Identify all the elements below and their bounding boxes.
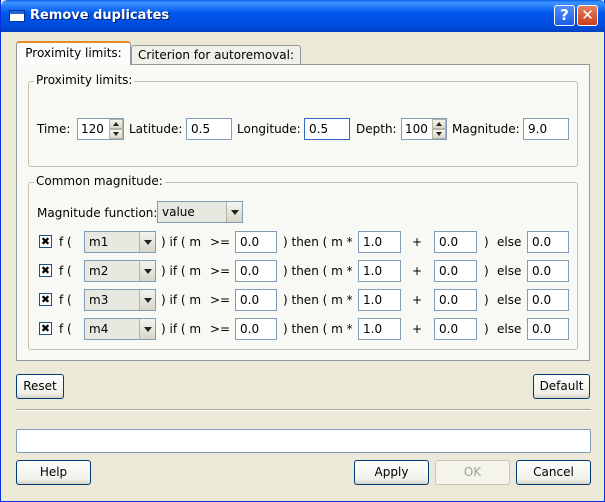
else-value-field[interactable]: 0.0 [527, 318, 569, 340]
else-label: else [497, 264, 522, 278]
depth-spinner[interactable]: 100 [401, 118, 447, 140]
tab-criterion-autoremoval[interactable]: Criterion for autoremoval: [131, 45, 301, 65]
if-label: ) if ( m [161, 293, 202, 307]
close-paren-label: ) [484, 322, 489, 336]
f-open-label: f ( [59, 235, 72, 249]
window-icon [9, 10, 25, 22]
plus-label: + [412, 264, 423, 278]
then-label: ) then ( m * [283, 235, 353, 249]
magnitude-function-value: value [162, 205, 195, 219]
help-title-button[interactable]: ? [554, 5, 575, 26]
apply-button[interactable]: Apply [354, 460, 429, 485]
time-spinner[interactable]: 120 [77, 118, 124, 140]
chevron-down-icon[interactable] [139, 261, 155, 281]
reset-button[interactable]: Reset [16, 374, 64, 399]
operator-label: >= [210, 322, 231, 336]
f-open-label: f ( [59, 293, 72, 307]
chevron-down-icon[interactable] [139, 232, 155, 252]
operator-label: >= [210, 235, 231, 249]
help-button[interactable]: Help [16, 460, 91, 485]
plus-label: + [412, 293, 423, 307]
dialog-window: Remove duplicates ? ✕ Proximity limits: … [0, 0, 605, 502]
threshold-field[interactable]: 0.0 [235, 231, 277, 253]
depth-up-arrow-icon[interactable] [432, 119, 446, 129]
row-checkbox[interactable]: ✖ [39, 322, 52, 335]
default-button[interactable]: Default [533, 374, 590, 399]
then-label: ) then ( m * [283, 264, 353, 278]
title-bar: Remove duplicates ? ✕ [1, 0, 605, 32]
f-open-label: f ( [59, 322, 72, 336]
if-label: ) if ( m [161, 264, 202, 278]
chevron-down-icon[interactable] [139, 319, 155, 339]
multiplier-field[interactable]: 1.0 [358, 289, 401, 311]
window-title: Remove duplicates [30, 8, 170, 23]
close-paren-label: ) [484, 235, 489, 249]
magnitude-type-value: m1 [89, 235, 109, 249]
depth-down-arrow-icon[interactable] [432, 129, 446, 139]
threshold-field[interactable]: 0.0 [235, 260, 277, 282]
time-down-arrow-icon[interactable] [109, 129, 123, 139]
chevron-down-icon[interactable] [139, 290, 155, 310]
operator-label: >= [210, 264, 231, 278]
depth-label: Depth: [356, 122, 397, 136]
threshold-field[interactable]: 0.0 [235, 289, 277, 311]
depth-value: 100 [405, 122, 428, 136]
separator [16, 409, 591, 411]
proximity-group-label: Proximity limits: [34, 73, 135, 87]
common-group-label: Common magnitude: [34, 174, 165, 188]
magnitude-type-value: m2 [89, 264, 109, 278]
row-checkbox[interactable]: ✖ [39, 264, 52, 277]
magnitude-type-select[interactable]: m1 [84, 231, 156, 253]
row-checkbox[interactable]: ✖ [39, 235, 52, 248]
addend-field[interactable]: 0.0 [434, 231, 477, 253]
else-value-field[interactable]: 0.0 [527, 260, 569, 282]
plus-label: + [412, 235, 423, 249]
close-title-button[interactable]: ✕ [577, 5, 598, 26]
then-label: ) then ( m * [283, 293, 353, 307]
if-label: ) if ( m [161, 235, 202, 249]
magnitude-type-select[interactable]: m2 [84, 260, 156, 282]
magnitude-function-label: Magnitude function: [37, 206, 158, 220]
time-label: Time: [37, 122, 71, 136]
longitude-field[interactable]: 0.5 [304, 118, 350, 140]
magnitude-field[interactable]: 9.0 [523, 118, 569, 140]
else-label: else [497, 322, 522, 336]
longitude-label: Longitude: [237, 122, 301, 136]
latitude-label: Latitude: [129, 122, 183, 136]
else-label: else [497, 293, 522, 307]
magnitude-label: Magnitude: [452, 122, 520, 136]
threshold-field[interactable]: 0.0 [235, 318, 277, 340]
plus-label: + [412, 322, 423, 336]
cancel-button[interactable]: Cancel [516, 460, 591, 485]
close-paren-label: ) [484, 293, 489, 307]
addend-field[interactable]: 0.0 [434, 289, 477, 311]
time-value: 120 [81, 122, 104, 136]
tab-proximity-limits[interactable]: Proximity limits: [16, 41, 131, 65]
time-up-arrow-icon[interactable] [109, 119, 123, 129]
magnitude-type-value: m4 [89, 322, 109, 336]
then-label: ) then ( m * [283, 322, 353, 336]
ok-button[interactable]: OK [435, 460, 510, 485]
else-label: else [497, 235, 522, 249]
progress-bar [16, 429, 591, 453]
multiplier-field[interactable]: 1.0 [358, 260, 401, 282]
row-checkbox[interactable]: ✖ [39, 293, 52, 306]
multiplier-field[interactable]: 1.0 [358, 318, 401, 340]
multiplier-field[interactable]: 1.0 [358, 231, 401, 253]
close-paren-label: ) [484, 264, 489, 278]
if-label: ) if ( m [161, 322, 202, 336]
addend-field[interactable]: 0.0 [434, 318, 477, 340]
addend-field[interactable]: 0.0 [434, 260, 477, 282]
magnitude-type-select[interactable]: m3 [84, 289, 156, 311]
latitude-field[interactable]: 0.5 [186, 118, 232, 140]
magnitude-type-select[interactable]: m4 [84, 318, 156, 340]
operator-label: >= [210, 293, 231, 307]
else-value-field[interactable]: 0.0 [527, 231, 569, 253]
chevron-down-icon[interactable] [226, 202, 242, 222]
magnitude-type-value: m3 [89, 293, 109, 307]
else-value-field[interactable]: 0.0 [527, 289, 569, 311]
f-open-label: f ( [59, 264, 72, 278]
magnitude-function-select[interactable]: value [157, 201, 243, 223]
